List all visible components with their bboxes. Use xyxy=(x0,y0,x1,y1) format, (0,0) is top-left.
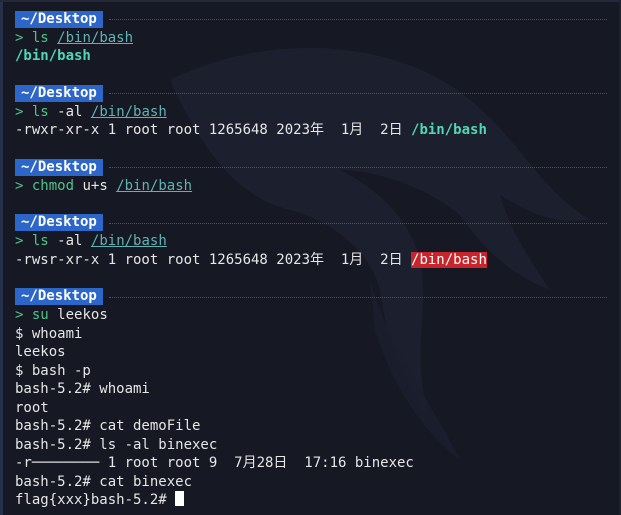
directory-badge: ~/Desktop xyxy=(15,288,103,306)
prompt-divider xyxy=(108,222,607,224)
output-line: /bin/bash xyxy=(15,47,615,66)
prompt-divider xyxy=(108,296,607,298)
command-line: > ls -al /bin/bash xyxy=(15,103,615,122)
session-line: bash-5.2# cat binexec xyxy=(15,473,193,490)
session-line: $ bash -p xyxy=(15,362,91,379)
terminal-window[interactable]: ~/Desktop > ls /bin/bash /bin/bash ~/Des… xyxy=(0,0,621,515)
prompt-arrow-icon: > xyxy=(15,307,24,323)
command-args: -al xyxy=(57,103,83,120)
output-line: -rwxr-xr-x 1 root root 1265648 2023年 1月 … xyxy=(15,121,615,140)
command-args: u+s xyxy=(82,177,108,194)
output-path: /bin/bash xyxy=(15,48,91,64)
prompt-divider xyxy=(108,18,607,21)
command-line: > su leekos xyxy=(15,306,615,325)
final-output: flag{xxx}bash-5.2# xyxy=(15,492,176,508)
directory-badge: ~/Desktop xyxy=(15,158,103,176)
session-line: root xyxy=(15,399,49,416)
command-name: ls xyxy=(31,233,49,249)
window-edge-top xyxy=(0,0,621,2)
file-listing: -rwsr-xr-x 1 root root 1265648 2023年 1月 … xyxy=(15,251,403,268)
prompt-arrow-icon: > xyxy=(15,29,24,46)
session-line: -r──────── 1 root root 9 7月28日 17:16 bin… xyxy=(15,455,414,471)
directory-badge: ~/Desktop xyxy=(15,214,103,232)
command-line: > chmod u+s /bin/bash xyxy=(15,177,615,196)
active-input-line[interactable]: flag{xxx}bash-5.2# xyxy=(15,491,615,510)
command-name: ls xyxy=(31,103,49,120)
prompt-line: ~/Desktop xyxy=(15,10,615,29)
directory-badge: ~/Desktop xyxy=(15,10,103,28)
window-edge-left xyxy=(0,0,3,515)
command-line: > ls /bin/bash xyxy=(15,29,615,48)
prompt-line: ~/Desktop xyxy=(15,84,615,103)
command-path[interactable]: /bin/bash xyxy=(91,233,167,249)
output-line: -rwsr-xr-x 1 root root 1265648 2023年 1月 … xyxy=(15,251,615,270)
session-line: leekos xyxy=(15,344,66,360)
session-line: bash-5.2# ls -al binexec xyxy=(15,436,218,453)
directory-badge: ~/Desktop xyxy=(15,84,103,102)
prompt-arrow-icon: > xyxy=(15,233,24,249)
command-name: su xyxy=(31,307,49,323)
prompt-line: ~/Desktop xyxy=(15,214,615,233)
command-path[interactable]: /bin/bash xyxy=(57,30,133,46)
session-line: bash-5.2# whoami xyxy=(15,381,150,397)
command-args: -al xyxy=(57,233,83,249)
prompt-line: ~/Desktop xyxy=(15,288,615,307)
command-line: > ls -al /bin/bash xyxy=(15,232,615,251)
prompt-divider xyxy=(108,92,607,95)
command-path[interactable]: /bin/bash xyxy=(91,104,167,120)
prompt-divider xyxy=(108,166,607,169)
output-path: /bin/bash xyxy=(411,122,487,138)
terminal-output: ~/Desktop > ls /bin/bash /bin/bash ~/Des… xyxy=(15,10,615,510)
command-name: ls xyxy=(31,29,49,46)
session-line: bash-5.2# cat demoFile xyxy=(15,418,201,434)
prompt-arrow-icon: > xyxy=(15,103,24,120)
session-line: $ whoami xyxy=(15,325,83,342)
command-name: chmod xyxy=(31,177,75,194)
suid-path-highlight: /bin/bash xyxy=(411,251,487,268)
command-path[interactable]: /bin/bash xyxy=(116,178,192,194)
prompt-arrow-icon: > xyxy=(15,177,24,194)
text-cursor-icon xyxy=(175,491,185,506)
command-args: leekos xyxy=(57,307,108,323)
file-listing: -rwxr-xr-x 1 root root 1265648 2023年 1月 … xyxy=(15,122,403,138)
prompt-line: ~/Desktop xyxy=(15,158,615,177)
